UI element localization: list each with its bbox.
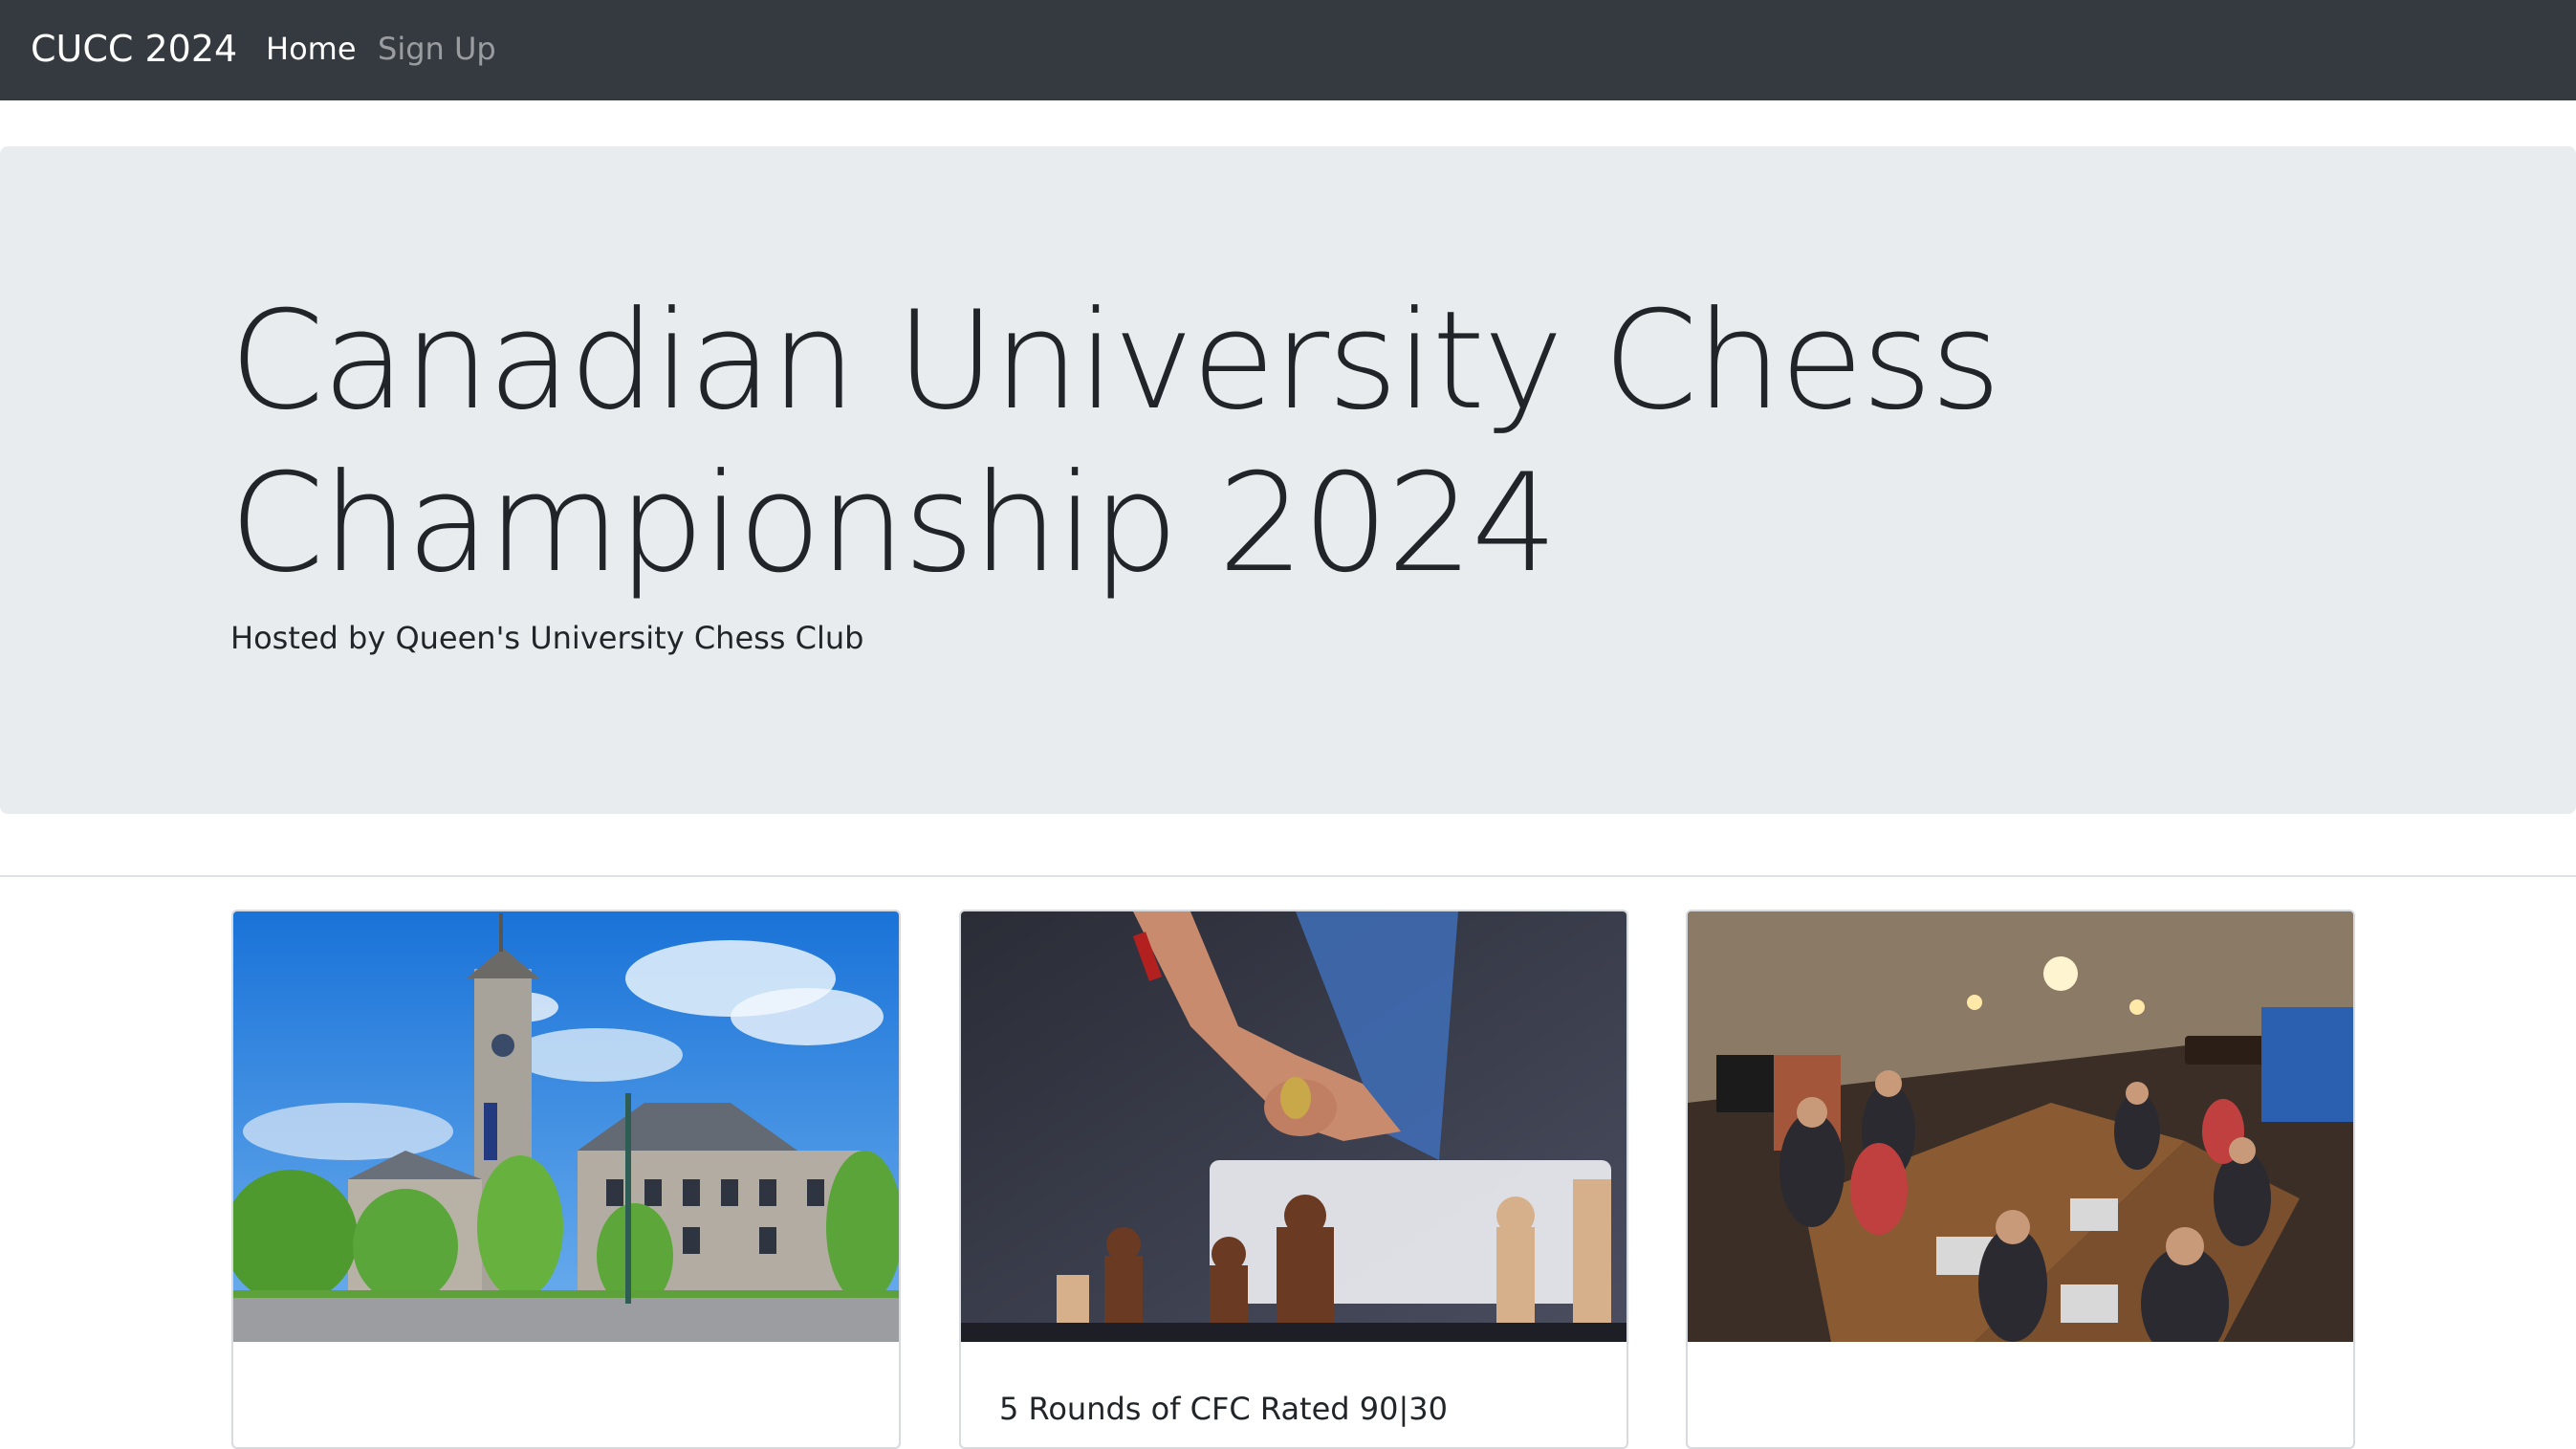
nav-signup-link[interactable]: Sign Up bbox=[378, 28, 496, 70]
university-building-image bbox=[233, 911, 899, 1342]
hero-title: Canadian University Chess Championship 2… bbox=[229, 282, 2001, 603]
chess-move-image bbox=[961, 911, 1626, 1342]
brand-link[interactable]: CUCC 2024 bbox=[31, 26, 237, 72]
card-university bbox=[231, 910, 901, 1449]
chess-club-pub-image bbox=[1688, 911, 2353, 1342]
top-navbar: CUCC 2024 Home Sign Up bbox=[0, 0, 2576, 100]
section-divider bbox=[0, 875, 2576, 877]
hero-subtitle: Hosted by Queen's University Chess Club bbox=[230, 620, 864, 656]
card-venue bbox=[1686, 910, 2355, 1449]
nav-home-link[interactable]: Home bbox=[266, 28, 357, 70]
hero-jumbotron: Canadian University Chess Championship 2… bbox=[0, 146, 2576, 814]
card-format: 5 Rounds of CFC Rated 90|30 bbox=[959, 910, 1628, 1449]
chess-club-pub-photo bbox=[1688, 911, 2353, 1342]
chess-move-photo bbox=[961, 911, 1626, 1342]
university-building-photo bbox=[233, 911, 899, 1342]
card-title-format: 5 Rounds of CFC Rated 90|30 bbox=[999, 1391, 1448, 1427]
